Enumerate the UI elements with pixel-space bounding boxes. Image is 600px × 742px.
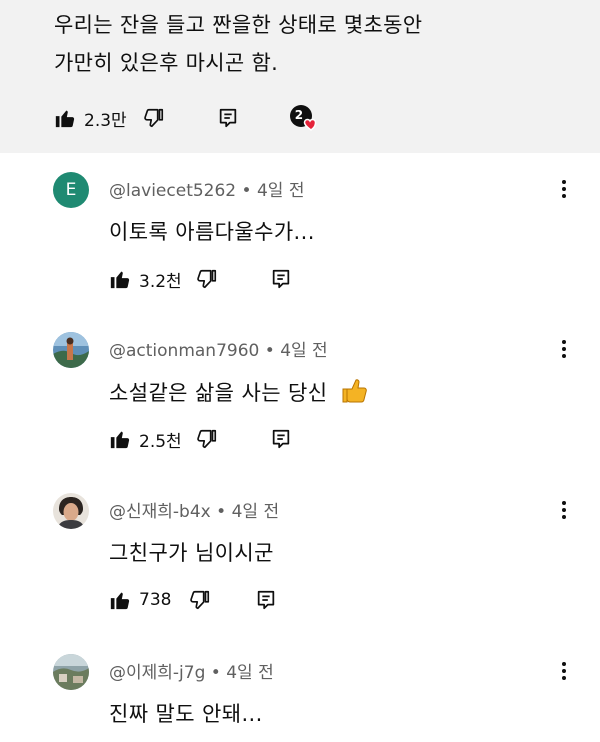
comment-text: 소설같은 삶을 사는 당신 xyxy=(109,376,369,407)
like-icon[interactable] xyxy=(54,107,76,129)
comment-text: 그친구가 님이시군 xyxy=(109,541,274,565)
comment-text: 이토록 아름다울수가... xyxy=(109,220,315,244)
comment-meta: @신재희-b4x • 4일 전 xyxy=(109,497,279,522)
meta-separator: • xyxy=(205,663,227,683)
meta-separator: • xyxy=(236,181,257,201)
avatar[interactable] xyxy=(53,493,89,529)
comment-actions: 2.3만 2 xyxy=(54,103,321,133)
reply-icon[interactable] xyxy=(270,268,292,290)
comment-time: 4일 전 xyxy=(226,663,274,683)
more-options-icon[interactable] xyxy=(552,334,576,364)
comment-time: 4일 전 xyxy=(280,341,328,361)
more-options-icon[interactable] xyxy=(552,656,576,686)
like-count: 2.5천 xyxy=(139,431,182,452)
comment-text-line: 우리는 잔을 들고 짠을한 상태로 몇초동안 xyxy=(54,13,423,37)
more-options-icon[interactable] xyxy=(552,174,576,204)
dislike-icon[interactable] xyxy=(189,589,211,611)
comment-actions: 2.5천 xyxy=(109,424,292,454)
comment-meta: @이제희-j7g • 4일 전 xyxy=(109,658,274,683)
comment-actions: 738 xyxy=(109,585,277,615)
creator-heart-icon: 2 xyxy=(289,103,321,133)
reply-icon[interactable] xyxy=(255,589,277,611)
reply-icon[interactable] xyxy=(270,428,292,450)
dislike-icon[interactable] xyxy=(143,107,165,129)
dislike-icon[interactable] xyxy=(196,268,218,290)
author-handle[interactable]: @이제희-j7g xyxy=(109,663,205,683)
comment-item: @신재희-b4x • 4일 전 그친구가 님이시군 738 xyxy=(0,493,600,655)
comment-time: 4일 전 xyxy=(256,181,305,201)
more-options-icon[interactable] xyxy=(552,495,576,525)
comment-text: 우리는 잔을 들고 짠을한 상태로 몇초동안 가만히 있은후 마시곤 함. xyxy=(54,6,574,82)
comment-text-line: 가만히 있은후 마시곤 함. xyxy=(54,51,279,75)
author-handle[interactable]: @신재희-b4x xyxy=(109,502,211,522)
thumbs-up-emoji-icon xyxy=(341,376,369,406)
dislike-icon[interactable] xyxy=(196,428,218,450)
comment-time: 4일 전 xyxy=(231,502,280,522)
reply-icon[interactable] xyxy=(217,107,239,129)
comment-item: E @laviecet5262 • 4일 전 이토록 아름다울수가... 3.2… xyxy=(0,172,600,334)
comment-text-content: 소설같은 삶을 사는 당신 xyxy=(109,381,328,405)
author-handle[interactable]: @actionman7960 xyxy=(109,341,259,361)
like-icon[interactable] xyxy=(109,589,131,611)
comment-item: @이제희-j7g • 4일 전 진짜 말도 안돼... xyxy=(0,654,600,742)
meta-separator: • xyxy=(259,341,281,361)
avatar[interactable] xyxy=(53,654,89,690)
avatar[interactable]: E xyxy=(53,172,89,208)
like-icon[interactable] xyxy=(109,268,131,290)
like-count: 2.3만 xyxy=(84,110,127,131)
like-icon[interactable] xyxy=(109,428,131,450)
avatar[interactable] xyxy=(53,332,89,368)
comment-actions: 3.2천 xyxy=(109,264,292,294)
creator-avatar-badge: 2 xyxy=(294,108,304,122)
comment-text: 진짜 말도 안돼... xyxy=(109,702,263,726)
highlighted-comment: 우리는 잔을 들고 짠을한 상태로 몇초동안 가만히 있은후 마시곤 함. 2.… xyxy=(0,0,600,153)
author-handle[interactable]: @laviecet5262 xyxy=(109,181,236,201)
like-count: 3.2천 xyxy=(139,271,182,292)
comment-meta: @laviecet5262 • 4일 전 xyxy=(109,176,304,201)
like-count: 738 xyxy=(139,590,172,610)
comment-meta: @actionman7960 • 4일 전 xyxy=(109,336,328,361)
comment-item: @actionman7960 • 4일 전 소설같은 삶을 사는 당신 2.5천 xyxy=(0,332,600,494)
meta-separator: • xyxy=(210,502,232,522)
